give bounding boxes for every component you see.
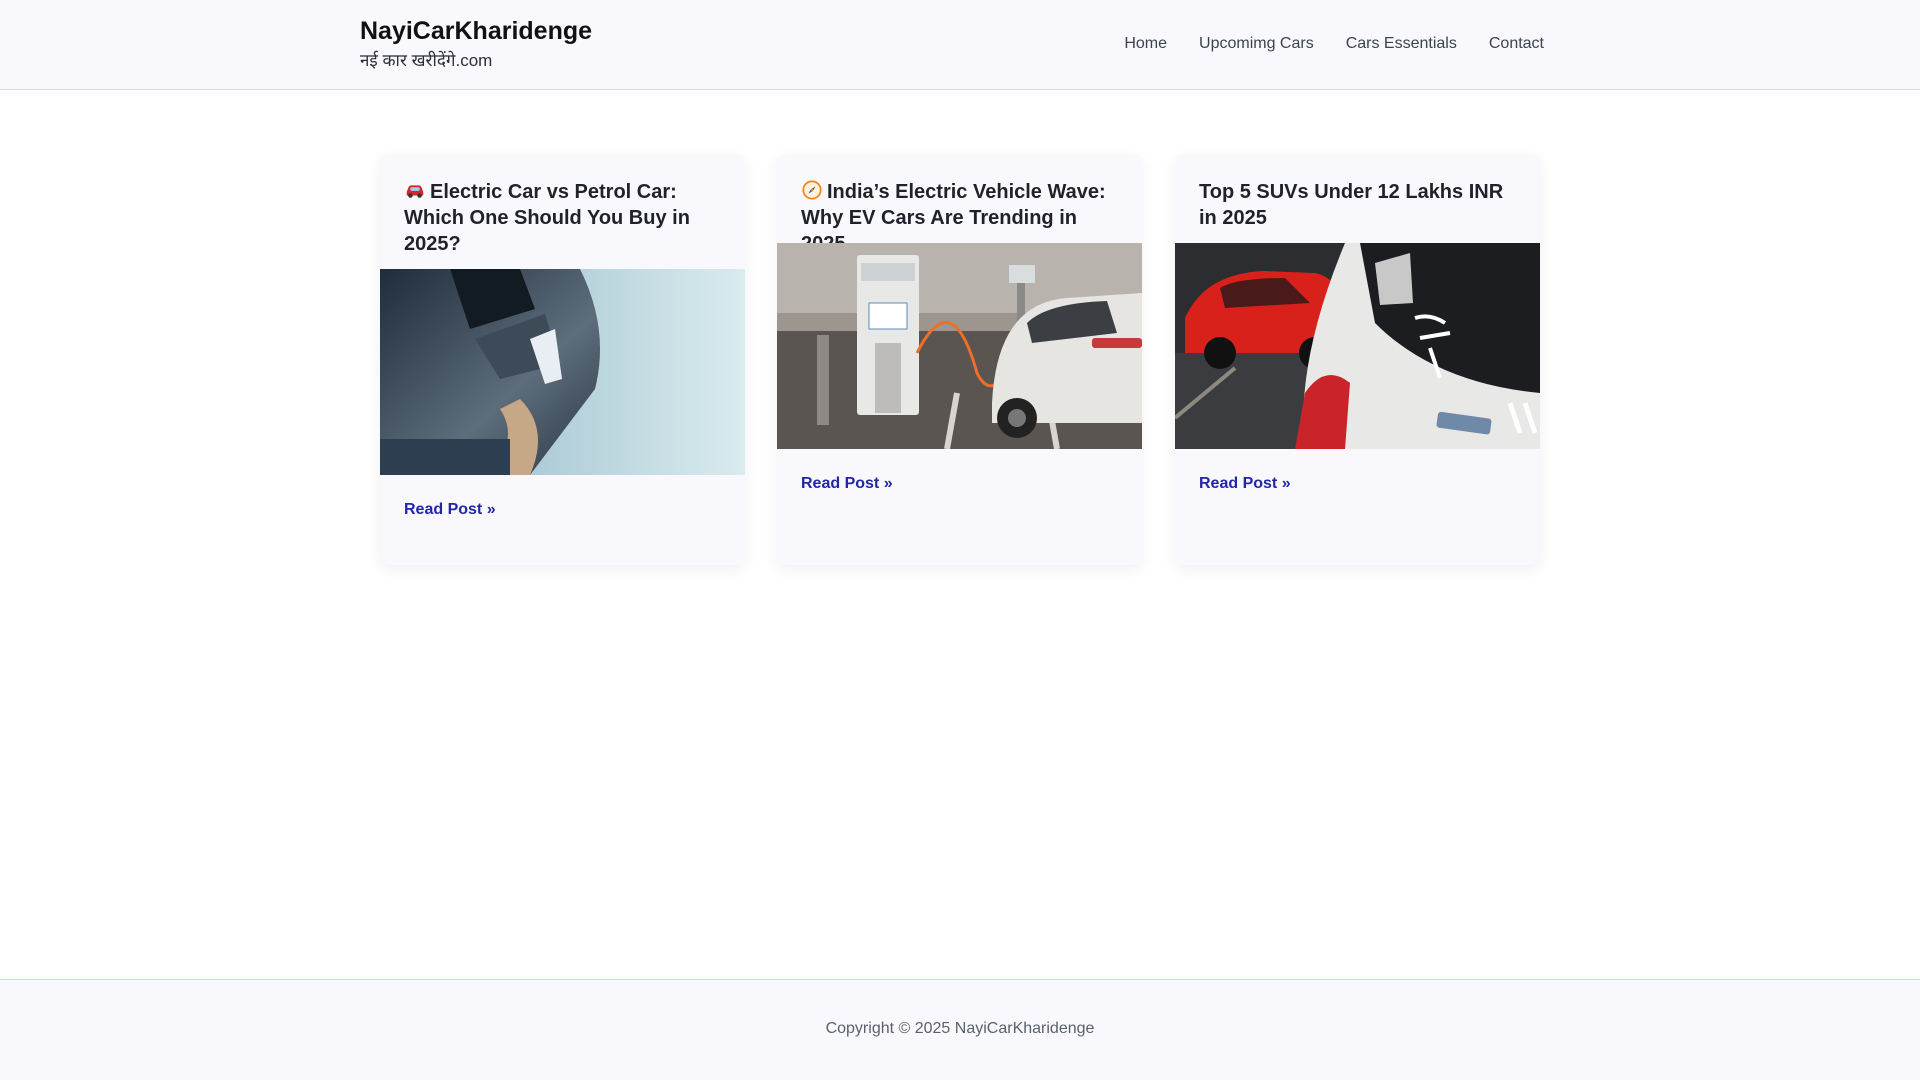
car-headlight-closeup-photo	[380, 269, 745, 475]
post-title-text: Electric Car vs Petrol Car: Which One Sh…	[404, 181, 690, 255]
site-header: NayiCarKharidenge नई कार खरीदेंगे.com Ho…	[0, 0, 1920, 90]
nav-cars-essentials[interactable]: Cars Essentials	[1346, 32, 1457, 56]
ev-charging-station-photo	[777, 243, 1142, 449]
posts-grid: Electric Car vs Petrol Car: Which One Sh…	[380, 155, 1540, 565]
post-card: Top 5 SUVs Under 12 Lakhs INR in 2025 Re…	[1175, 155, 1540, 565]
site-tagline: नई कार खरीदेंगे.com	[360, 51, 493, 70]
compass-icon	[802, 180, 822, 200]
brand: NayiCarKharidenge नई कार खरीदेंगे.com	[360, 14, 592, 73]
nav-upcoming-cars[interactable]: Upcomimg Cars	[1199, 32, 1314, 56]
post-thumbnail[interactable]	[777, 243, 1142, 449]
site-footer: Copyright © 2025 NayiCarKharidenge	[0, 979, 1920, 1080]
cars-with-sticker-photo	[1175, 243, 1540, 449]
post-card: Electric Car vs Petrol Car: Which One Sh…	[380, 155, 745, 565]
post-thumbnail[interactable]	[1175, 243, 1540, 449]
post-title[interactable]: Electric Car vs Petrol Car: Which One Sh…	[380, 155, 745, 257]
copyright-text: Copyright © 2025 NayiCarKharidenge	[825, 1020, 1095, 1037]
read-post-link[interactable]: Read Post »	[1199, 473, 1291, 495]
nav-contact[interactable]: Contact	[1489, 32, 1544, 56]
post-card: India’s Electric Vehicle Wave: Why EV Ca…	[777, 155, 1142, 565]
red-car-icon	[406, 185, 424, 198]
post-thumbnail[interactable]	[380, 269, 745, 475]
post-title[interactable]: India’s Electric Vehicle Wave: Why EV Ca…	[777, 155, 1142, 257]
main-nav: Home Upcomimg Cars Cars Essentials Conta…	[1124, 32, 1544, 56]
nav-home[interactable]: Home	[1124, 32, 1167, 56]
read-post-link[interactable]: Read Post »	[801, 473, 893, 495]
post-title[interactable]: Top 5 SUVs Under 12 Lakhs INR in 2025	[1175, 155, 1540, 231]
site-title-link[interactable]: NayiCarKharidenge	[360, 14, 592, 48]
read-post-link[interactable]: Read Post »	[404, 499, 496, 521]
post-title-text: Top 5 SUVs Under 12 Lakhs INR in 2025	[1199, 181, 1504, 229]
